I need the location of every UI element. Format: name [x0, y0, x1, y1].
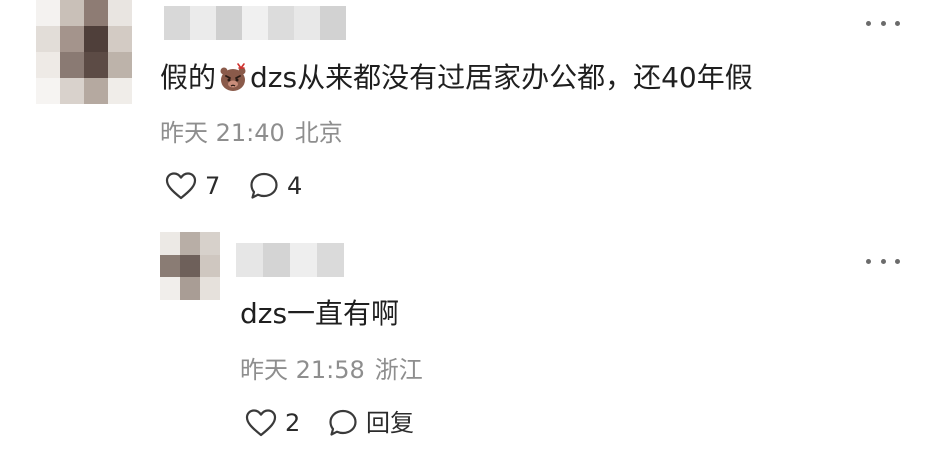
- reply-count: 4: [287, 172, 303, 200]
- avatar-pixel: [84, 26, 108, 52]
- angry-bear-sticker-icon: [220, 63, 246, 91]
- reply-reply-button[interactable]: 回复: [328, 408, 414, 438]
- reply-avatar[interactable]: [160, 232, 220, 300]
- username-blur-segment: [317, 243, 344, 277]
- username-blur-segment: [190, 6, 216, 40]
- username-blur-segment: [294, 6, 320, 40]
- username-blur-segment: [290, 243, 317, 277]
- username-blurred[interactable]: [164, 6, 346, 40]
- avatar-pixel: [36, 0, 60, 26]
- avatar-pixel: [36, 26, 60, 52]
- avatar-pixel: [60, 0, 84, 26]
- reply-meta: 昨天 21:58 浙江: [240, 355, 423, 385]
- avatar-pixel: [84, 52, 108, 78]
- username-blur-segment: [236, 243, 263, 277]
- avatar-pixel: [84, 0, 108, 26]
- avatar-pixel: [160, 232, 180, 255]
- comment-meta: 昨天 21:40 北京: [160, 118, 343, 148]
- like-count: 7: [205, 172, 221, 200]
- more-dots-icon: [866, 258, 871, 264]
- avatar-pixel: [200, 277, 220, 300]
- avatar-pixel: [108, 0, 132, 26]
- username-blur-segment: [164, 6, 190, 40]
- reply-time: 昨天 21:58: [240, 356, 365, 384]
- comment-text-after: dzs从来都没有过居家办公都，还40年假: [250, 61, 753, 94]
- avatar-pixel: [108, 78, 132, 104]
- avatar-pixel: [180, 232, 200, 255]
- reply-like-button[interactable]: 2: [245, 408, 300, 438]
- avatar-pixel: [84, 78, 108, 104]
- avatar-pixel: [180, 254, 200, 278]
- like-button[interactable]: 7: [165, 171, 220, 201]
- avatar-pixel: [180, 277, 200, 300]
- avatar[interactable]: [36, 0, 132, 104]
- avatar-pixel: [200, 232, 220, 255]
- avatar-pixel: [60, 52, 84, 78]
- avatar-pixel: [160, 277, 180, 300]
- comment-time: 昨天 21:40: [160, 119, 285, 147]
- avatar-pixel: [108, 52, 132, 78]
- speech-bubble-icon: [250, 172, 278, 199]
- username-blur-segment: [242, 6, 268, 40]
- reply-like-count: 2: [285, 409, 301, 437]
- comment-text-before: 假的: [160, 61, 217, 94]
- more-options-button[interactable]: [866, 15, 900, 31]
- reply-more-options-button[interactable]: [866, 253, 900, 269]
- comment-thread: 假的 dzs从来都没有过居家办公都，还40年假 昨天 21:40 北京 7 4: [0, 0, 928, 452]
- avatar-pixel: [160, 254, 180, 278]
- avatar-pixel: [36, 52, 60, 78]
- avatar-pixel: [108, 26, 132, 52]
- avatar-pixel: [60, 78, 84, 104]
- heart-outline-icon: [245, 409, 277, 437]
- username-blur-segment: [320, 6, 346, 40]
- comment-location: 北京: [294, 119, 343, 147]
- reply-text: dzs一直有啊: [240, 297, 400, 330]
- username-blur-segment: [216, 6, 242, 40]
- comment-text: 假的 dzs从来都没有过居家办公都，还40年假: [160, 60, 753, 96]
- avatar-pixel: [60, 26, 84, 52]
- username-blur-segment: [263, 243, 290, 277]
- reply-label: 回复: [366, 409, 414, 437]
- reply-location: 浙江: [374, 356, 423, 384]
- reply-button[interactable]: 4: [249, 171, 302, 201]
- avatar-pixel: [36, 78, 60, 104]
- speech-bubble-icon: [329, 409, 357, 436]
- reply-username-blurred[interactable]: [236, 243, 344, 277]
- username-blur-segment: [268, 6, 294, 40]
- avatar-pixel: [200, 254, 220, 278]
- heart-outline-icon: [165, 172, 197, 200]
- more-dots-icon: [866, 20, 871, 26]
